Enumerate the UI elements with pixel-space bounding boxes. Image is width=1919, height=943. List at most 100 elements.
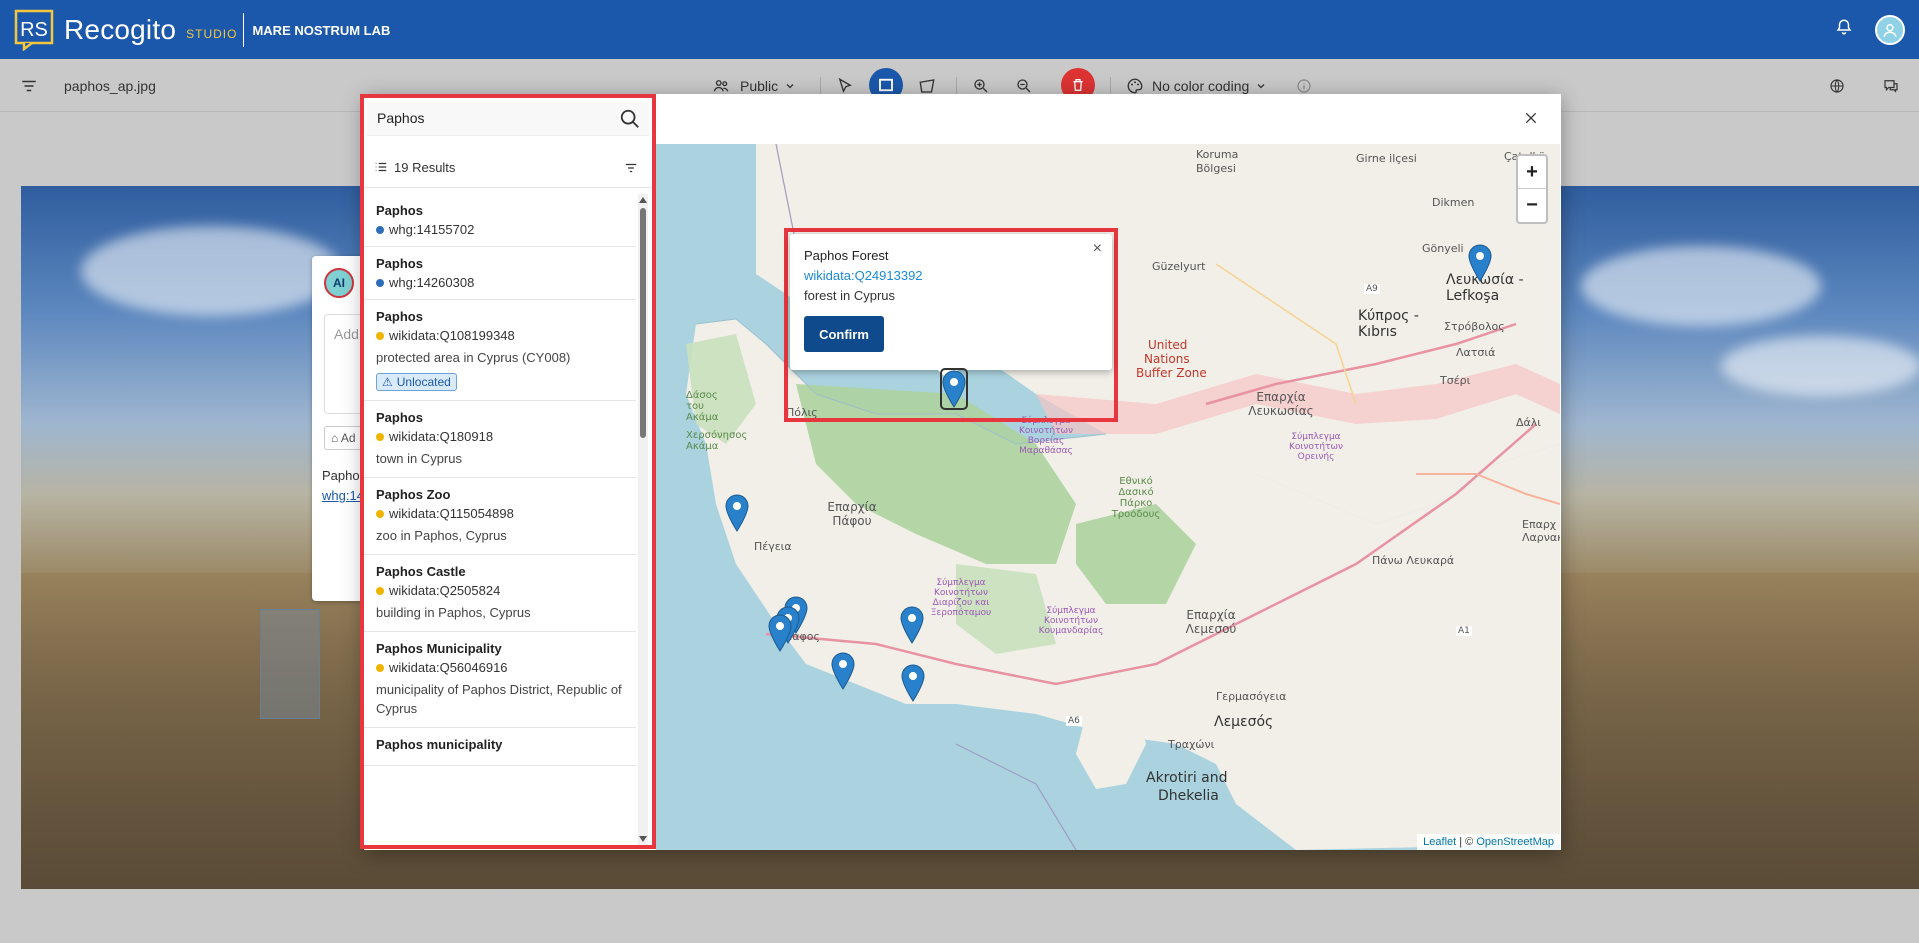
result-item[interactable]: Paphos municipality bbox=[364, 728, 636, 766]
source-dot-icon bbox=[376, 663, 384, 672]
map-label: Επαρχία Λεμεσού bbox=[1185, 608, 1237, 636]
map-label: Στρόβολος bbox=[1444, 320, 1505, 333]
toolbar-divider bbox=[1110, 77, 1111, 95]
result-title: Paphos bbox=[376, 410, 423, 425]
result-id-text: wikidata:Q56046916 bbox=[389, 660, 508, 675]
result-title: Paphos bbox=[376, 203, 423, 218]
map-marker-icon[interactable] bbox=[725, 494, 749, 532]
comments-icon[interactable] bbox=[1882, 59, 1900, 112]
result-id-text: whg:14260308 bbox=[389, 275, 475, 290]
selected-marker-icon[interactable] bbox=[940, 368, 968, 410]
result-item[interactable]: Paphos wikidata:Q108199348 protected area … bbox=[364, 300, 636, 401]
map-label: Πέγεια bbox=[754, 540, 792, 553]
result-item[interactable]: Paphos Castle wikidata:Q2505824 building i… bbox=[364, 555, 636, 632]
result-id: whg:14260308 bbox=[376, 275, 624, 290]
result-id: wikidata:Q115054898 bbox=[376, 506, 624, 521]
brand-studio: STUDIO bbox=[186, 26, 238, 41]
result-item[interactable]: Paphos Municipality wikidata:Q56046916 mun… bbox=[364, 632, 636, 728]
popup-link[interactable]: wikidata:Q24913392 bbox=[804, 268, 923, 283]
map-label: Dhekelia bbox=[1158, 788, 1219, 804]
unlocated-badge: ⚠ Unlocated bbox=[376, 373, 457, 391]
map-label: Buffer Zone bbox=[1136, 366, 1207, 380]
map-label: Δάσος του Ακάμα bbox=[686, 390, 719, 423]
scroll-up-arrow[interactable] bbox=[639, 197, 647, 203]
map-label: Δάλι bbox=[1516, 416, 1542, 429]
palette-icon bbox=[1127, 78, 1143, 93]
road-label: A6 bbox=[1066, 716, 1082, 726]
result-id-text: wikidata:Q108199348 bbox=[389, 328, 515, 343]
map-label: Επαρχία Πάφου bbox=[827, 500, 877, 528]
map-label: United bbox=[1148, 338, 1188, 352]
result-description: protected area in Cyprus (CY008) bbox=[376, 350, 571, 365]
map-label: Σύμπλεγμα Κοινοτήτων Βορείας Μαραθάσας bbox=[1018, 416, 1074, 456]
result-description: municipality of Paphos District, Republi… bbox=[376, 682, 622, 716]
org-name: MARE NOSTRUM LAB bbox=[252, 23, 391, 38]
result-item[interactable]: Paphos Zoo wikidata:Q115054898 zoo in Paph… bbox=[364, 478, 636, 555]
globe-icon[interactable] bbox=[1828, 59, 1846, 112]
map-label: Gönyeli bbox=[1422, 242, 1464, 255]
road-label: A1 bbox=[1456, 626, 1472, 636]
search-icon[interactable] bbox=[619, 108, 641, 130]
result-description: town in Cyprus bbox=[376, 451, 462, 466]
comment-placeholder: Add bbox=[334, 326, 359, 342]
results-scrollbar[interactable] bbox=[638, 194, 648, 845]
scroll-thumb[interactable] bbox=[640, 208, 646, 438]
result-title: Paphos Zoo bbox=[376, 487, 451, 502]
map-attribution: Leaflet | © OpenStreetMap bbox=[1417, 834, 1560, 850]
map-marker-icon[interactable] bbox=[1468, 244, 1492, 282]
map-marker-icon[interactable] bbox=[831, 652, 855, 690]
result-id-text: wikidata:Q180918 bbox=[389, 429, 494, 444]
user-avatar[interactable] bbox=[1875, 14, 1905, 45]
map-label: Χερσόνησος Ακάμα bbox=[686, 430, 748, 452]
result-id: wikidata:Q56046916 bbox=[376, 660, 624, 675]
map-label: Σύμπλεγμα Κοινοτήτων Διαρίζου και Ξεροπό… bbox=[930, 578, 992, 618]
map-label: Εθνικό Δασικό Πάρκο Τροόδους bbox=[1111, 476, 1161, 520]
filter-icon[interactable] bbox=[624, 162, 638, 174]
annotation-selection[interactable] bbox=[260, 609, 320, 719]
menu-filter-icon[interactable] bbox=[20, 59, 38, 112]
badge-label: Unlocated bbox=[396, 375, 451, 389]
result-title: Paphos municipality bbox=[376, 737, 503, 752]
map-label: Λατσιά bbox=[1456, 346, 1496, 359]
toolbar-divider bbox=[820, 77, 821, 95]
osm-link[interactable]: OpenStreetMap bbox=[1476, 836, 1554, 848]
place-link[interactable]: whg:14 bbox=[322, 488, 364, 503]
warning-icon: ⚠ bbox=[382, 375, 393, 389]
source-dot-icon bbox=[376, 509, 384, 518]
chevron-down-icon bbox=[1257, 83, 1265, 88]
result-item[interactable]: Paphos whg:14260308 bbox=[364, 247, 636, 300]
notifications-bell-icon[interactable] bbox=[1835, 18, 1853, 41]
road-label: A9 bbox=[1364, 284, 1380, 294]
popup-description: forest in Cyprus bbox=[804, 288, 896, 303]
confirm-button[interactable]: Confirm bbox=[804, 316, 884, 352]
brand[interactable]: RS Recogito STUDIO MARE NOSTRUM LAB bbox=[14, 0, 390, 59]
brand-divider bbox=[243, 12, 245, 47]
map-label: Επαρχία Λευκωσίας bbox=[1248, 390, 1314, 418]
search-results-panel: 19 Results Paphos whg:14155702 Paphos whg:1… bbox=[360, 94, 656, 849]
map-label: Επαρχ Λαρνακ bbox=[1522, 518, 1560, 544]
list-icon bbox=[375, 162, 387, 172]
result-item[interactable]: Paphos wikidata:Q180918 town in Cyprus bbox=[364, 401, 636, 478]
popup-close-icon[interactable]: × bbox=[1093, 240, 1102, 258]
results-count: 19 Results bbox=[394, 160, 456, 175]
popup-card: × Paphos Forest wikidata:Q24913392 fores… bbox=[790, 234, 1112, 370]
results-header: 19 Results bbox=[364, 150, 652, 188]
map-marker-icon[interactable] bbox=[900, 606, 924, 644]
map-zoom-in-button[interactable]: + bbox=[1518, 156, 1546, 189]
leaflet-link[interactable]: Leaflet bbox=[1423, 836, 1456, 848]
close-modal-button[interactable] bbox=[1519, 106, 1543, 130]
filename: paphos_ap.jpg bbox=[64, 77, 156, 94]
map-zoom-out-button[interactable]: − bbox=[1518, 189, 1546, 222]
add-tag-label: Ad bbox=[340, 431, 356, 445]
map-marker-icon[interactable] bbox=[768, 614, 792, 652]
result-id: whg:14155702 bbox=[376, 222, 624, 237]
search-input[interactable] bbox=[377, 110, 597, 126]
map-marker-icon[interactable] bbox=[901, 664, 925, 702]
zoom-control: + − bbox=[1516, 154, 1548, 224]
map-label: Κύπρος - Kıbrıs bbox=[1358, 308, 1419, 340]
people-icon bbox=[713, 79, 729, 91]
source-dot-icon bbox=[376, 331, 384, 340]
result-item[interactable]: Paphos whg:14155702 bbox=[364, 194, 636, 247]
annotation-avatar: AI bbox=[324, 268, 354, 298]
scroll-down-arrow[interactable] bbox=[639, 836, 647, 842]
